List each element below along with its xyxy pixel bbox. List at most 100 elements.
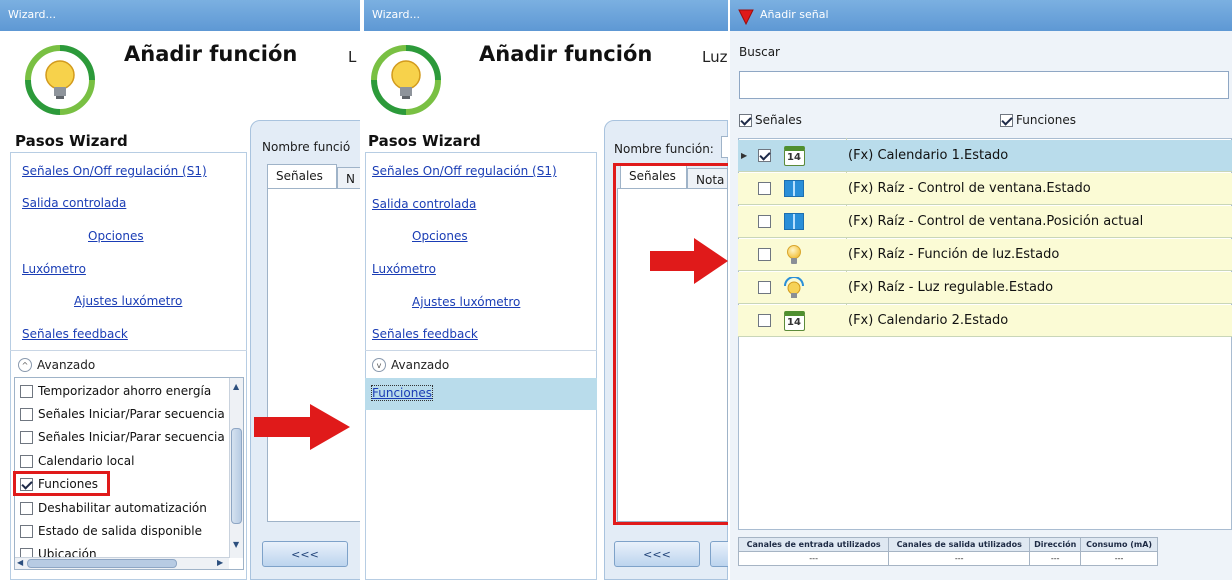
step-link-onoff-signals[interactable]: Señales On/Off regulación (S1) <box>22 164 207 178</box>
wizard-titlebar: Wizard... <box>0 0 360 31</box>
option-energy-saving-timer[interactable]: Temporizador ahorro energía <box>20 381 211 401</box>
highlight-functions-option <box>13 471 110 496</box>
function-name-input[interactable] <box>721 136 728 158</box>
status-value: --- <box>1080 551 1158 566</box>
signal-row-calendar-2[interactable]: 14 (Fx) Calendario 2.Estado <box>738 305 1232 337</box>
step-link-options[interactable]: Opciones <box>88 229 144 243</box>
search-input[interactable] <box>739 71 1229 99</box>
advanced-label: Avanzado <box>37 358 96 372</box>
signal-row-dimmable-light[interactable]: (Fx) Raíz - Luz regulable.Estado <box>738 272 1232 304</box>
step-link-controlled-output[interactable]: Salida controlada <box>372 197 476 211</box>
search-label: Buscar <box>739 45 780 59</box>
filter-functions[interactable]: Funciones <box>1000 113 1076 127</box>
function-name-header: Luz <box>702 48 728 66</box>
advanced-toggle[interactable]: v Avanzado <box>372 358 449 372</box>
signal-label: (Fx) Raíz - Control de ventana.Estado <box>848 181 1091 196</box>
checkbox[interactable] <box>20 430 33 444</box>
option-disable-automation[interactable]: Deshabilitar automatización <box>20 498 207 518</box>
advanced-toggle[interactable]: ^ Avanzado <box>18 358 95 372</box>
calendar-day: 14 <box>787 317 801 328</box>
checkbox[interactable] <box>758 248 771 261</box>
option-label: Estado de salida disponible <box>38 524 202 538</box>
chevron-up-icon: ^ <box>18 358 32 372</box>
calendar-day: 14 <box>787 152 801 163</box>
usage-status-table: Canales de entrada utilizados Canales de… <box>737 537 1158 566</box>
checkbox[interactable] <box>758 281 771 294</box>
checkbox[interactable] <box>20 454 33 468</box>
checkbox[interactable] <box>20 384 33 398</box>
scroll-left-icon[interactable]: ◀ <box>17 558 23 567</box>
checkbox[interactable] <box>20 407 33 421</box>
signals-list <box>267 188 360 522</box>
checkbox[interactable] <box>758 314 771 327</box>
scroll-down-icon[interactable]: ▼ <box>233 540 239 549</box>
option-output-status-available[interactable]: Estado de salida disponible <box>20 521 202 541</box>
checkbox[interactable] <box>1000 113 1013 127</box>
step-link-options[interactable]: Opciones <box>412 229 468 243</box>
status-value: --- <box>737 551 890 566</box>
horizontal-scroll-thumb[interactable] <box>27 559 177 568</box>
status-header: Canales de salida utilizados <box>888 537 1031 552</box>
red-arrow-icon <box>254 404 350 450</box>
next-button[interactable] <box>710 541 728 567</box>
steps-title: Pasos Wizard <box>368 132 481 150</box>
function-name-label: Nombre funció <box>262 140 351 154</box>
step-link-luxmeter-settings[interactable]: Ajustes luxómetro <box>74 294 182 308</box>
option-label: Calendario local <box>38 454 135 468</box>
step-link-feedback-signals[interactable]: Señales feedback <box>22 327 128 341</box>
dialog-titlebar: Añadir señal <box>730 0 1232 31</box>
back-button[interactable]: <<< <box>614 541 700 567</box>
step-link-luxmeter[interactable]: Luxómetro <box>372 262 436 276</box>
back-button[interactable]: <<< <box>262 541 348 567</box>
scroll-thumb[interactable] <box>231 428 242 524</box>
scroll-up-icon[interactable]: ▲ <box>233 382 239 391</box>
dialog-title: Añadir señal <box>760 8 829 21</box>
light-bulb-logo-icon <box>371 45 441 115</box>
step-link-luxmeter[interactable]: Luxómetro <box>22 262 86 276</box>
checkbox[interactable] <box>20 524 33 538</box>
option-start-stop-sequence-1[interactable]: Señales Iniciar/Parar secuencia <box>20 404 225 424</box>
wizard-title: Wizard... <box>372 8 421 21</box>
filter-signals[interactable]: Señales <box>739 113 802 127</box>
checkbox[interactable] <box>758 149 771 162</box>
page-title: Añadir función <box>479 42 653 66</box>
checkbox[interactable] <box>20 501 33 515</box>
signal-label: (Fx) Calendario 2.Estado <box>848 313 1009 328</box>
steps-title: Pasos Wizard <box>15 132 128 150</box>
row-selector-icon: ▶ <box>741 151 748 160</box>
wizard-panel-1: Wizard... Añadir función L Pasos Wizard … <box>0 0 360 580</box>
advanced-divider <box>365 350 597 351</box>
function-name-label: Nombre función: <box>614 142 714 156</box>
step-link-onoff-signals[interactable]: Señales On/Off regulación (S1) <box>372 164 557 178</box>
dimmable-light-icon <box>784 276 804 298</box>
checkbox[interactable] <box>758 182 771 195</box>
status-header: Canales de entrada utilizados <box>737 537 890 552</box>
step-link-luxmeter-settings[interactable]: Ajustes luxómetro <box>412 295 520 309</box>
signal-row-calendar-1[interactable]: ▶ 14 (Fx) Calendario 1.Estado <box>738 140 1232 172</box>
option-label: Señales Iniciar/Parar secuencia <box>38 430 225 444</box>
signal-row-light-function[interactable]: (Fx) Raíz - Función de luz.Estado <box>738 239 1232 271</box>
page-title: Añadir función <box>124 42 298 66</box>
status-header-row: Canales de entrada utilizados Canales de… <box>737 537 1158 552</box>
tab-signals[interactable]: Señales <box>267 164 337 188</box>
step-link-feedback-signals[interactable]: Señales feedback <box>372 327 478 341</box>
scroll-right-icon[interactable]: ▶ <box>217 558 223 567</box>
checkbox[interactable] <box>758 215 771 228</box>
wizard-panel-2: Wizard... Añadir función Luz Pasos Wizar… <box>364 0 728 580</box>
step-link-functions[interactable]: Funciones <box>371 385 433 401</box>
function-name-header: L <box>348 48 357 66</box>
chevron-down-icon: v <box>372 358 386 372</box>
signal-row-window-status[interactable]: (Fx) Raíz - Control de ventana.Estado <box>738 173 1232 205</box>
option-local-calendar[interactable]: Calendario local <box>20 451 134 471</box>
option-start-stop-sequence-2[interactable]: Señales Iniciar/Parar secuencia <box>20 427 225 447</box>
signal-row-window-position[interactable]: (Fx) Raíz - Control de ventana.Posición … <box>738 206 1232 238</box>
wizard-titlebar: Wizard... <box>364 0 728 31</box>
status-header: Consumo (mA) <box>1080 537 1158 552</box>
step-link-controlled-output[interactable]: Salida controlada <box>22 196 126 210</box>
option-label: Deshabilitar automatización <box>38 501 207 515</box>
wizard-title: Wizard... <box>8 8 57 21</box>
advanced-label: Avanzado <box>391 358 450 372</box>
option-label: Señales Iniciar/Parar secuencia <box>38 407 225 421</box>
checkbox[interactable] <box>739 113 752 127</box>
filter-signals-label: Señales <box>755 113 802 127</box>
